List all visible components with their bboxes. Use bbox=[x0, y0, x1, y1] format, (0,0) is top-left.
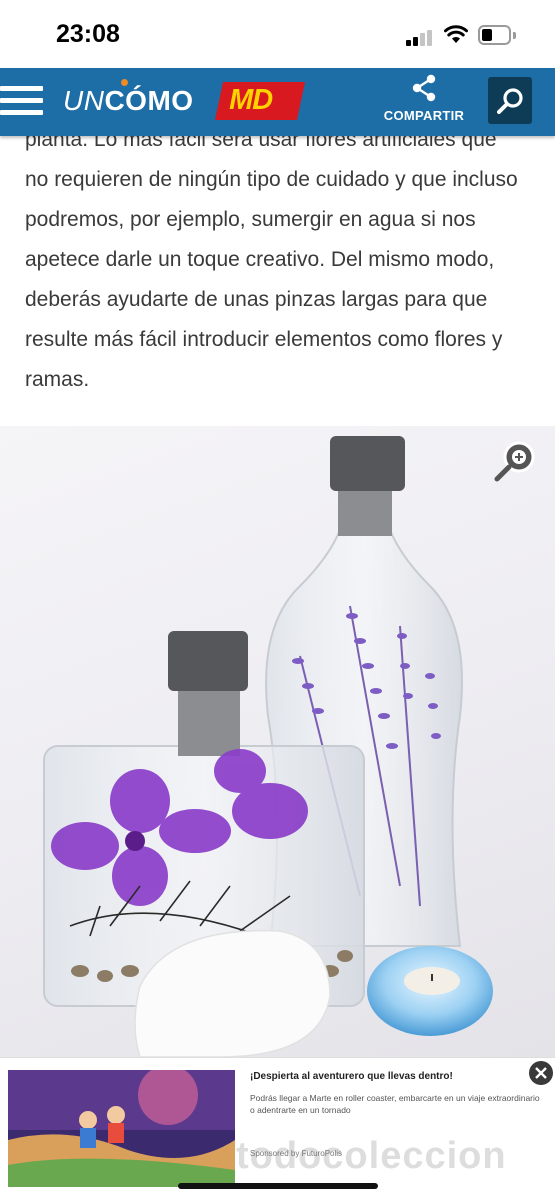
status-time: 23:08 bbox=[56, 20, 120, 48]
logo-como: CÓMO bbox=[104, 79, 193, 116]
search-button[interactable] bbox=[488, 77, 532, 124]
md-partner-logo[interactable]: MD bbox=[214, 82, 306, 120]
close-icon[interactable] bbox=[528, 1060, 554, 1086]
home-indicator[interactable] bbox=[178, 1183, 378, 1189]
menu-icon[interactable] bbox=[0, 83, 44, 119]
bottles-illustration bbox=[43, 436, 493, 1057]
share-button[interactable]: COMPARTIR bbox=[372, 74, 476, 134]
article-body: planta. Lo más fácil será usar flores ar… bbox=[25, 120, 535, 400]
article-image[interactable] bbox=[0, 426, 555, 1057]
search-icon bbox=[497, 88, 523, 114]
logo-un: UN bbox=[63, 85, 105, 116]
cellular-signal-icon bbox=[406, 30, 436, 46]
site-header: UN CÓMO MD COMPARTIR bbox=[0, 68, 555, 136]
share-icon bbox=[412, 74, 436, 102]
ad-text: Podrás llegar a Marte en roller coaster,… bbox=[250, 1093, 540, 1115]
status-bar: 23:08 bbox=[0, 0, 555, 68]
wifi-icon bbox=[444, 25, 468, 43]
watermark: todocoleccion bbox=[236, 1135, 507, 1177]
share-label: COMPARTIR bbox=[383, 108, 465, 123]
article-paragraph: no requieren de ningún tipo de cuidado y… bbox=[25, 168, 518, 391]
ad-title[interactable]: ¡Despierta al aventurero que llevas dent… bbox=[250, 1071, 453, 1082]
zoom-in-icon[interactable] bbox=[493, 438, 538, 483]
battery-icon bbox=[478, 25, 516, 45]
site-logo[interactable]: UN CÓMO bbox=[63, 79, 194, 121]
ad-image[interactable] bbox=[8, 1070, 235, 1187]
